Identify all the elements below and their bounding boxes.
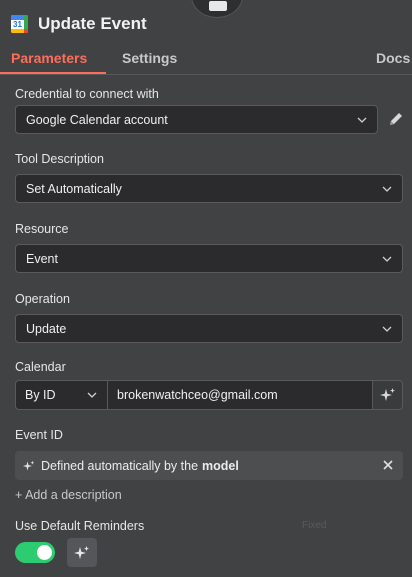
event-id-text: Defined automatically by the: [41, 458, 199, 473]
calendar-field: By ID brokenwatchceo@gmail.com: [15, 380, 403, 410]
google-calendar-icon: 31: [11, 15, 28, 33]
tab-docs[interactable]: Docs: [376, 50, 410, 66]
chevron-down-icon: [382, 256, 392, 262]
title-row: 31 Update Event: [11, 12, 147, 36]
chevron-down-icon: [357, 117, 367, 123]
pencil-icon[interactable]: [387, 110, 405, 128]
tool-description-value: Set Automatically: [26, 181, 122, 196]
toggle-knob: [37, 545, 52, 560]
use-default-reminders-toggle[interactable]: [15, 542, 55, 563]
event-id-model: model: [202, 458, 239, 473]
page-title: Update Event: [38, 14, 147, 33]
credential-label: Credential to connect with: [15, 87, 159, 101]
calendar-mode-value: By ID: [25, 388, 56, 402]
credential-value: Google Calendar account: [26, 112, 168, 127]
tool-description-label: Tool Description: [15, 152, 104, 166]
calendar-id-input[interactable]: brokenwatchceo@gmail.com: [107, 380, 373, 410]
tab-parameters[interactable]: Parameters: [11, 50, 87, 66]
event-id-label: Event ID: [15, 428, 63, 442]
operation-label: Operation: [15, 292, 70, 306]
calendar-id-value: brokenwatchceo@gmail.com: [117, 388, 278, 402]
event-id-field[interactable]: Defined automatically by the model: [15, 451, 403, 480]
resource-value: Event: [26, 251, 58, 266]
sparkles-icon: [379, 388, 395, 401]
chevron-down-icon: [87, 392, 97, 398]
fixed-expression-hint: Fixed: [302, 520, 327, 531]
chevron-down-icon: [382, 186, 392, 192]
node-handle: [191, 0, 243, 18]
sparkles-icon: [23, 460, 35, 470]
add-description-link[interactable]: + Add a description: [15, 488, 122, 502]
reminders-ai-button[interactable]: [67, 538, 97, 567]
tab-bar: Parameters Settings Docs: [0, 44, 412, 74]
robot-icon: [209, 1, 227, 11]
close-icon[interactable]: [382, 459, 394, 471]
node-header: 31 Update Event Parameters Settings Docs: [0, 0, 412, 74]
operation-select[interactable]: Update: [15, 314, 403, 343]
resource-label: Resource: [15, 222, 69, 236]
calendar-label: Calendar: [15, 360, 66, 374]
sparkles-icon: [74, 545, 89, 559]
tabs-divider: [0, 74, 412, 75]
resource-select[interactable]: Event: [15, 244, 403, 273]
chevron-down-icon: [382, 326, 392, 332]
tab-settings[interactable]: Settings: [122, 50, 177, 66]
use-default-reminders-label: Use Default Reminders: [15, 519, 145, 533]
calendar-mode-select[interactable]: By ID: [15, 380, 108, 410]
operation-value: Update: [26, 321, 67, 336]
calendar-icon-number: 31: [13, 20, 22, 29]
credential-select[interactable]: Google Calendar account: [15, 105, 378, 134]
calendar-ai-button[interactable]: [372, 380, 403, 410]
tool-description-select[interactable]: Set Automatically: [15, 174, 403, 203]
